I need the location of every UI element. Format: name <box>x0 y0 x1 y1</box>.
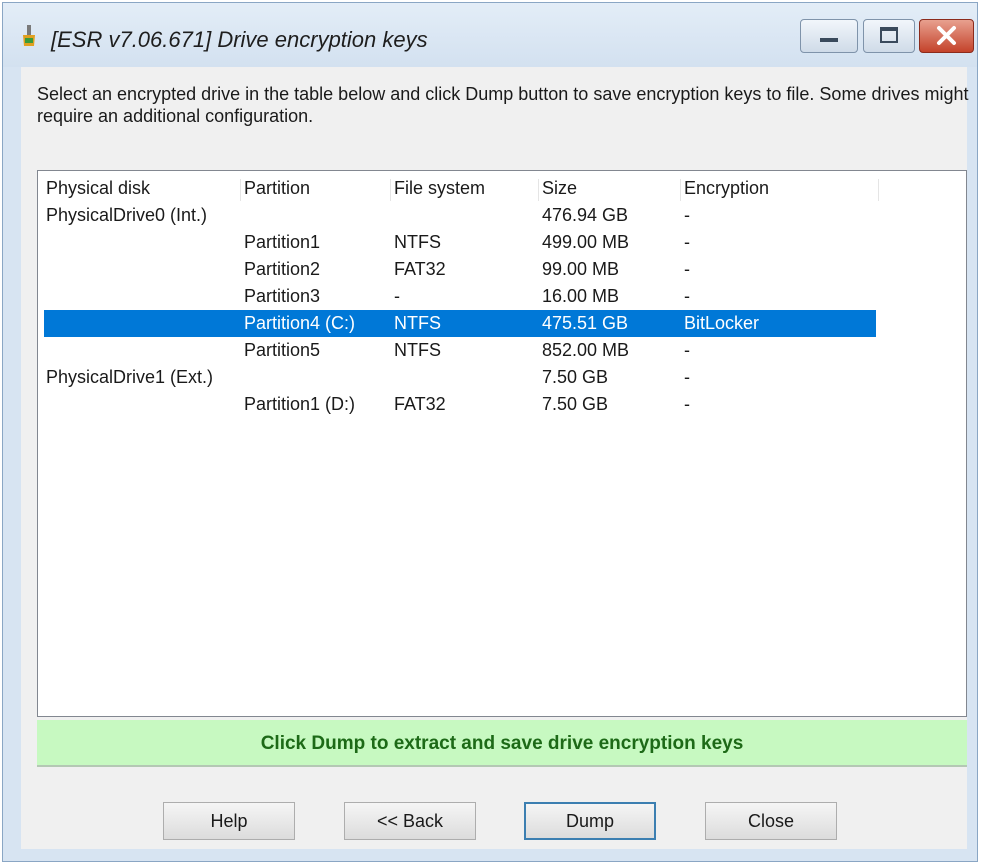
file-system-cell: NTFS <box>394 232 441 252</box>
minimize-button[interactable] <box>800 19 858 53</box>
partition-cell: Partition1 (D:) <box>244 394 356 414</box>
partition-cell: Partition2 <box>244 259 321 279</box>
close-icon <box>937 26 956 45</box>
size-cell: 99.00 MB <box>542 259 620 279</box>
column-header-encryption[interactable]: Encryption <box>684 175 769 202</box>
encryption-cell: - <box>684 367 690 387</box>
column-divider[interactable] <box>878 179 879 201</box>
close-button[interactable]: Close <box>705 802 837 840</box>
encryption-cell: - <box>684 205 690 225</box>
dialog-window: [ESR v7.06.671] Drive encryption keys Se… <box>2 2 978 862</box>
maximize-icon <box>880 27 898 43</box>
partition-cell: Partition3 <box>244 286 321 306</box>
physical-disk-cell: PhysicalDrive0 (Int.) <box>46 205 208 225</box>
app-icon <box>23 25 35 46</box>
dialog-content: Select an encrypted drive in the table b… <box>21 67 968 849</box>
table-header: Physical disk Partition File system Size… <box>44 175 879 202</box>
close-window-button[interactable] <box>919 19 974 53</box>
column-divider[interactable] <box>240 179 241 201</box>
size-cell: 7.50 GB <box>542 367 609 387</box>
table-row[interactable]: Partition3 - 16.00 MB - <box>44 283 876 310</box>
encryption-cell: BitLocker <box>684 313 760 333</box>
table-row[interactable]: Partition5 NTFS 852.00 MB - <box>44 337 876 364</box>
partition-cell: Partition5 <box>244 340 321 360</box>
drive-table[interactable]: Physical disk Partition File system Size… <box>37 170 967 717</box>
minimize-icon <box>820 38 838 42</box>
file-system-cell: NTFS <box>394 313 441 333</box>
encryption-cell: - <box>684 259 690 279</box>
size-cell: 7.50 GB <box>542 394 609 414</box>
size-cell: 475.51 GB <box>542 313 629 333</box>
column-header-partition[interactable]: Partition <box>244 175 310 202</box>
status-message: Click Dump to extract and save drive enc… <box>37 720 967 767</box>
column-header-size[interactable]: Size <box>542 175 577 202</box>
maximize-button[interactable] <box>863 19 915 53</box>
table-row[interactable]: PhysicalDrive0 (Int.) 476.94 GB - <box>44 202 876 229</box>
encryption-cell: - <box>684 286 690 306</box>
file-system-cell: FAT32 <box>394 259 446 279</box>
size-cell: 499.00 MB <box>542 232 630 252</box>
file-system-cell: FAT32 <box>394 394 446 414</box>
title-bar[interactable]: [ESR v7.06.671] Drive encryption keys <box>3 3 977 67</box>
table-row[interactable]: Partition1 NTFS 499.00 MB - <box>44 229 876 256</box>
size-cell: 16.00 MB <box>542 286 620 306</box>
size-cell: 852.00 MB <box>542 340 630 360</box>
column-header-file-system[interactable]: File system <box>394 175 485 202</box>
file-system-cell: NTFS <box>394 340 441 360</box>
window-title: [ESR v7.06.671] Drive encryption keys <box>51 27 428 52</box>
help-button[interactable]: Help <box>163 802 295 840</box>
physical-disk-cell: PhysicalDrive1 (Ext.) <box>46 367 214 387</box>
size-cell: 476.94 GB <box>542 205 629 225</box>
table-row[interactable]: PhysicalDrive1 (Ext.) 7.50 GB - <box>44 364 876 391</box>
encryption-cell: - <box>684 232 690 252</box>
table-row[interactable]: Partition4 (C:) NTFS 475.51 GB BitLocker <box>44 310 876 337</box>
dump-button[interactable]: Dump <box>524 802 656 840</box>
partition-cell: Partition1 <box>244 232 321 252</box>
partition-cell: Partition4 (C:) <box>244 313 356 333</box>
column-divider[interactable] <box>680 179 681 201</box>
instruction-text: Select an encrypted drive in the table b… <box>37 84 969 126</box>
table-row[interactable]: Partition1 (D:) FAT32 7.50 GB - <box>44 391 876 418</box>
table-row[interactable]: Partition2 FAT32 99.00 MB - <box>44 256 876 283</box>
column-header-physical-disk[interactable]: Physical disk <box>46 175 150 202</box>
back-button[interactable]: << Back <box>344 802 476 840</box>
encryption-cell: - <box>684 340 690 360</box>
file-system-cell: - <box>394 286 400 306</box>
column-divider[interactable] <box>390 179 391 201</box>
column-divider[interactable] <box>538 179 539 201</box>
encryption-cell: - <box>684 394 690 414</box>
